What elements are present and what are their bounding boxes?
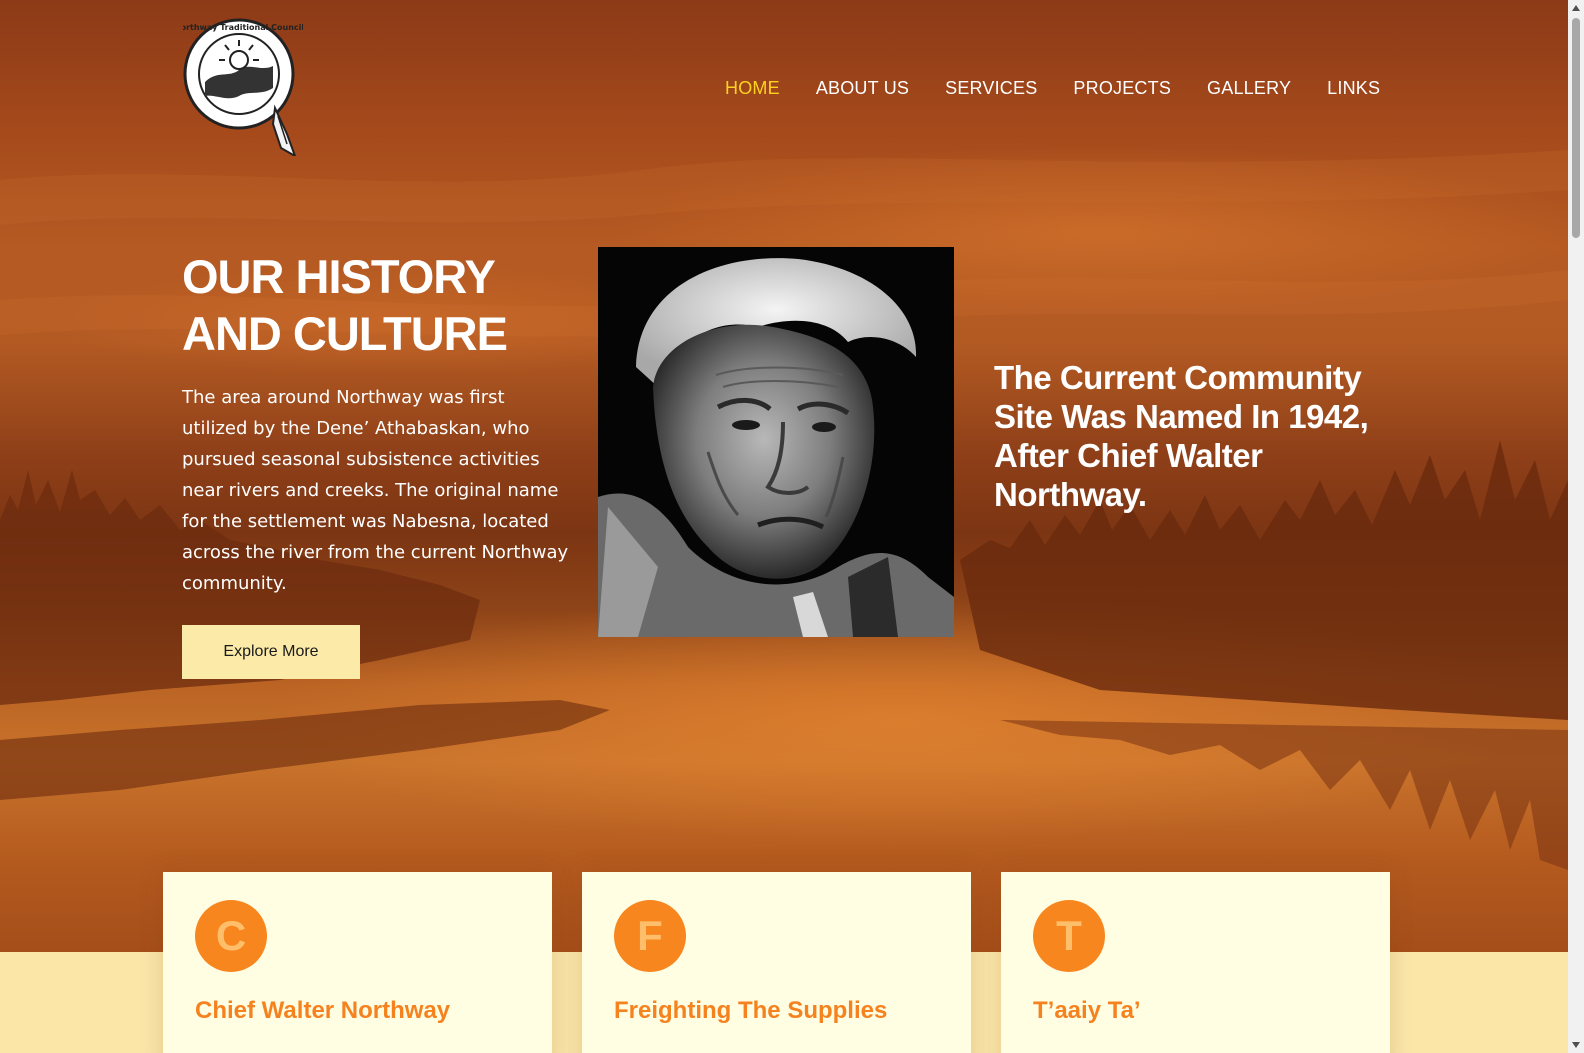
page: Northway Traditional Council HOME ABOUT … bbox=[0, 0, 1584, 1053]
nav-home[interactable]: HOME bbox=[725, 78, 780, 99]
chief-portrait-image bbox=[598, 247, 954, 637]
hero-description: The area around Northway was first utili… bbox=[182, 387, 569, 594]
card-taaiy-ta[interactable]: T T’aaiy Ta’ bbox=[1001, 872, 1390, 1053]
card-freighting-the-supplies[interactable]: F Freighting The Supplies bbox=[582, 872, 971, 1053]
nav-about-us[interactable]: ABOUT US bbox=[816, 78, 909, 99]
scrollbar-thumb[interactable] bbox=[1572, 18, 1580, 238]
nav-projects[interactable]: PROJECTS bbox=[1073, 78, 1171, 99]
explore-more-button[interactable]: Explore More bbox=[182, 625, 360, 679]
logo-lettering: Northway Traditional Council bbox=[183, 23, 303, 32]
hero-title: OUR HISTORY AND CULTURE bbox=[182, 250, 508, 360]
nav-gallery[interactable]: GALLERY bbox=[1207, 78, 1291, 99]
main-nav: HOME ABOUT US SERVICES PROJECTS GALLERY … bbox=[725, 78, 1416, 99]
card-chief-walter-northway[interactable]: C Chief Walter Northway bbox=[163, 872, 552, 1053]
card-title[interactable]: Chief Walter Northway bbox=[195, 997, 450, 1025]
card-letter-icon: C bbox=[195, 900, 267, 972]
nav-services[interactable]: SERVICES bbox=[945, 78, 1037, 99]
card-title[interactable]: T’aaiy Ta’ bbox=[1033, 997, 1141, 1025]
scroll-up-arrow-icon[interactable] bbox=[1572, 5, 1580, 11]
scroll-down-arrow-icon[interactable] bbox=[1572, 1042, 1580, 1048]
card-letter-icon: F bbox=[614, 900, 686, 972]
card-title[interactable]: Freighting The Supplies bbox=[614, 997, 887, 1025]
card-letter-icon: T bbox=[1033, 900, 1105, 972]
page-scrollbar[interactable] bbox=[1568, 0, 1584, 1053]
council-logo[interactable]: Northway Traditional Council bbox=[183, 16, 303, 156]
nav-links[interactable]: LINKS bbox=[1327, 78, 1380, 99]
hero-quote: The Current Community Site Was Named In … bbox=[994, 359, 1369, 513]
